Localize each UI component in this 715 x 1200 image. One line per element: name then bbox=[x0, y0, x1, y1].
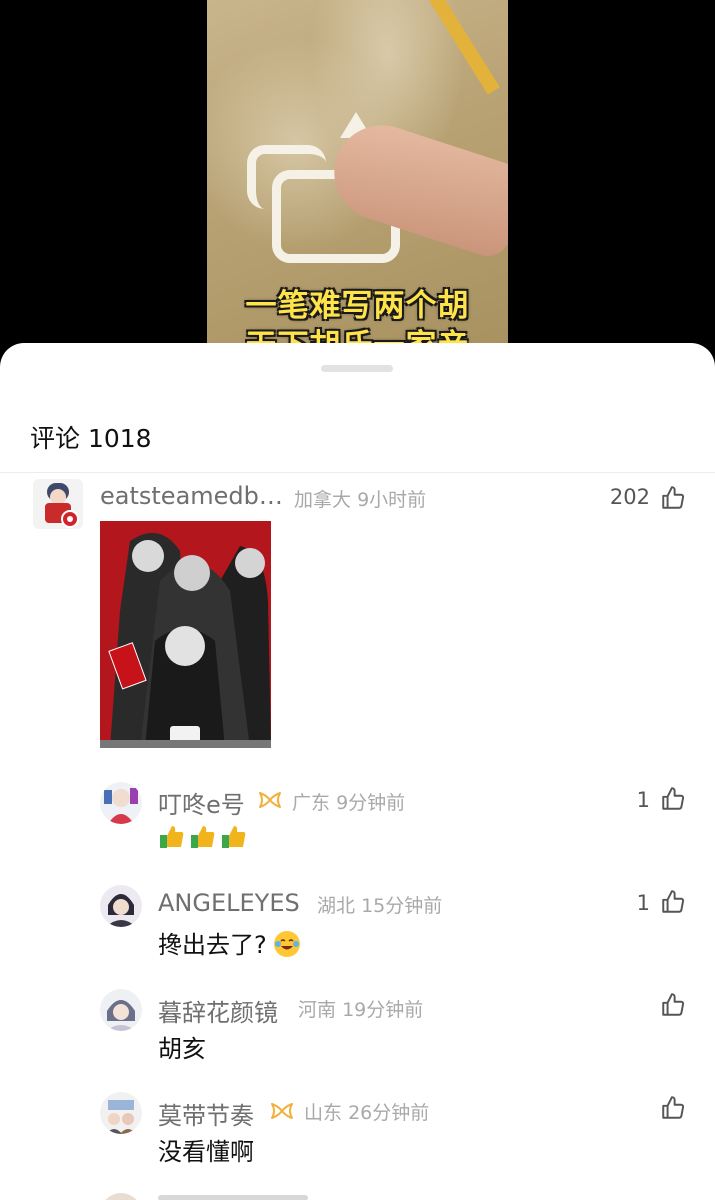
comment-meta: 加拿大 9小时前 bbox=[294, 485, 426, 512]
divider bbox=[0, 472, 715, 473]
reply-location: 河南 bbox=[298, 999, 337, 1021]
thumbs-up-icon[interactable] bbox=[660, 786, 686, 812]
drag-handle[interactable] bbox=[321, 365, 393, 372]
reply-username[interactable]: 叮咚e号 bbox=[158, 785, 245, 820]
video-frame[interactable]: 一笔难写两个胡 天下胡氏一家亲 bbox=[207, 0, 508, 360]
comment-time: 9小时前 bbox=[357, 489, 427, 511]
avatar[interactable] bbox=[100, 989, 142, 1031]
laughing-crying-emoji bbox=[274, 931, 301, 957]
reply-time: 19分钟前 bbox=[342, 999, 424, 1021]
reply-location: 山东 bbox=[304, 1102, 343, 1124]
reply-text: 胡亥 bbox=[158, 1035, 206, 1063]
reply-time: 26分钟前 bbox=[348, 1102, 430, 1124]
like-count: 1 bbox=[636, 788, 650, 812]
like-count: 202 bbox=[609, 485, 650, 509]
avatar[interactable] bbox=[100, 885, 142, 927]
like-count: 1 bbox=[636, 891, 650, 915]
thumbs-up-icon[interactable] bbox=[660, 1095, 686, 1121]
reply-emoji-text bbox=[158, 823, 247, 850]
avatar[interactable] bbox=[100, 782, 142, 824]
avatar[interactable] bbox=[100, 1193, 142, 1200]
reply-meta: 湖北 15分钟前 bbox=[317, 891, 442, 918]
reply-time: 15分钟前 bbox=[361, 895, 443, 917]
thumbs-up-icon[interactable] bbox=[660, 992, 686, 1018]
thumbs-up-emoji bbox=[191, 826, 215, 848]
reply-location: 广东 bbox=[292, 792, 331, 814]
thumbs-up-emoji bbox=[160, 826, 184, 848]
reply-text: 搀出去了? bbox=[158, 931, 267, 959]
reply-meta: 河南 19分钟前 bbox=[298, 995, 423, 1022]
reply-username[interactable]: 暮辞花颜镜 bbox=[158, 993, 278, 1028]
reply-username-placeholder bbox=[158, 1195, 308, 1200]
reply-time: 9分钟前 bbox=[336, 792, 406, 814]
reply-meta: 广东 9分钟前 bbox=[292, 788, 405, 815]
reply-text-row: 搀出去了? bbox=[158, 925, 301, 960]
reply-location: 湖北 bbox=[317, 895, 356, 917]
badge-icon bbox=[271, 1103, 293, 1119]
comment-image[interactable] bbox=[100, 521, 271, 748]
video-caption-line-1: 一笔难写两个胡 bbox=[245, 288, 470, 324]
reply-meta: 山东 26分钟前 bbox=[304, 1098, 429, 1125]
avatar[interactable] bbox=[33, 479, 83, 529]
sand-decoration bbox=[424, 0, 500, 95]
reply-text: 没看懂啊 bbox=[158, 1138, 254, 1166]
comment-sheet: 评论 1018 eatsteamedb… 加拿大 9小时前 202 叮咚e号 广… bbox=[0, 343, 715, 1200]
video-player[interactable]: 一笔难写两个胡 天下胡氏一家亲 bbox=[0, 0, 715, 360]
thumbs-up-emoji bbox=[222, 826, 246, 848]
avatar[interactable] bbox=[100, 1092, 142, 1134]
badge-icon bbox=[259, 792, 281, 808]
comments-title: 评论 1018 bbox=[30, 424, 152, 453]
reply-username[interactable]: 莫带节奏 bbox=[158, 1096, 254, 1131]
thumbs-up-icon[interactable] bbox=[660, 485, 686, 511]
comment-location: 加拿大 bbox=[294, 489, 352, 511]
comment-username[interactable]: eatsteamedb… bbox=[100, 482, 283, 510]
reply-username[interactable]: ANGELEYES bbox=[158, 889, 300, 917]
thumbs-up-icon[interactable] bbox=[660, 889, 686, 915]
